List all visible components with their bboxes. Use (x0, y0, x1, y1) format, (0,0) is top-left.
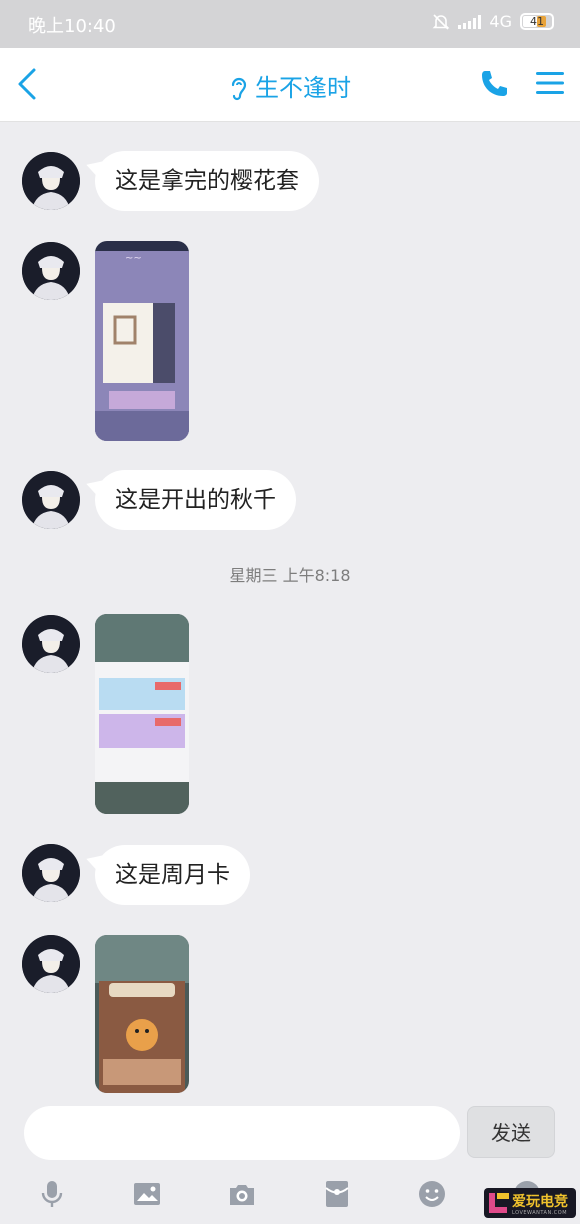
bottom-toolbar: 爱玩电竞 LOVEWANTAN.COM (0, 1172, 580, 1224)
phone-call-icon[interactable] (478, 68, 510, 100)
status-time: 晚上10:40 (28, 16, 116, 37)
chat-header: 生不逢时 (0, 48, 580, 122)
microphone-icon[interactable] (36, 1178, 68, 1210)
menu-icon[interactable] (536, 70, 564, 96)
mute-bell-icon (432, 13, 450, 30)
battery-icon: 41 (520, 13, 554, 30)
contact-avatar[interactable] (22, 471, 80, 529)
chat-title[interactable]: 生不逢时 (255, 74, 351, 102)
contact-avatar[interactable] (22, 242, 80, 300)
message-bubble[interactable]: 这是周月卡 (95, 845, 250, 905)
message-timestamp: 星期三 上午8:18 (229, 566, 351, 585)
contact-avatar[interactable] (22, 844, 80, 902)
message-bubble[interactable]: 这是开出的秋千 (95, 470, 296, 530)
contact-avatar[interactable] (22, 615, 80, 673)
svg-text:~~: ~~ (125, 253, 142, 264)
message-image[interactable]: ~~ (95, 241, 189, 441)
status-bar: 晚上10:40 4G 41 (0, 0, 580, 48)
message-image[interactable] (95, 614, 189, 814)
message-input[interactable] (24, 1106, 460, 1160)
network-type: 4G (489, 12, 512, 31)
contact-avatar[interactable] (22, 935, 80, 993)
battery-level: 41 (530, 15, 544, 28)
camera-icon[interactable] (226, 1178, 258, 1210)
watermark-subtext: LOVEWANTAN.COM (512, 1210, 568, 1216)
image-icon[interactable] (131, 1178, 163, 1210)
watermark-logo: 爱玩电竞 LOVEWANTAN.COM (484, 1188, 576, 1218)
input-bar: 发送 (0, 1100, 580, 1170)
watermark-text: 爱玩电竞 (512, 1194, 568, 1210)
signal-icon (458, 14, 482, 29)
message-image[interactable] (95, 935, 189, 1093)
message-bubble[interactable]: 这是拿完的樱花套 (95, 151, 319, 211)
emoji-icon[interactable] (416, 1178, 448, 1210)
status-right: 4G 41 (432, 12, 554, 31)
contact-avatar[interactable] (22, 152, 80, 210)
send-button[interactable]: 发送 (467, 1106, 555, 1158)
earpiece-icon (231, 77, 247, 101)
watermark-emblem-icon (489, 1193, 509, 1213)
red-packet-icon[interactable] (321, 1178, 353, 1210)
